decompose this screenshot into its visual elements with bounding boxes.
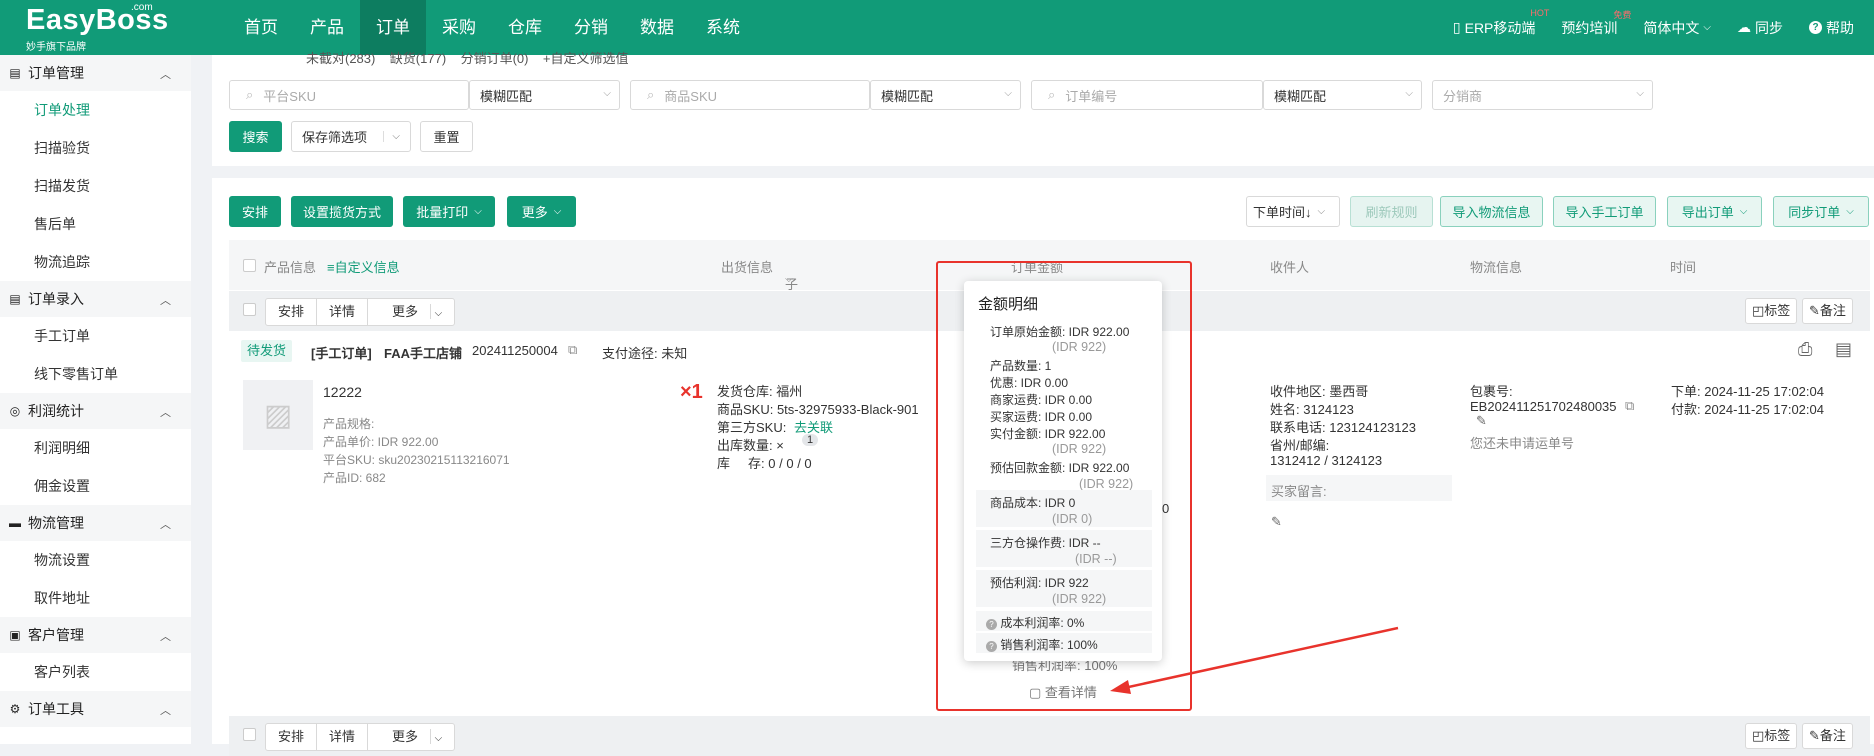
annotation-arrow: [1110, 626, 1399, 694]
